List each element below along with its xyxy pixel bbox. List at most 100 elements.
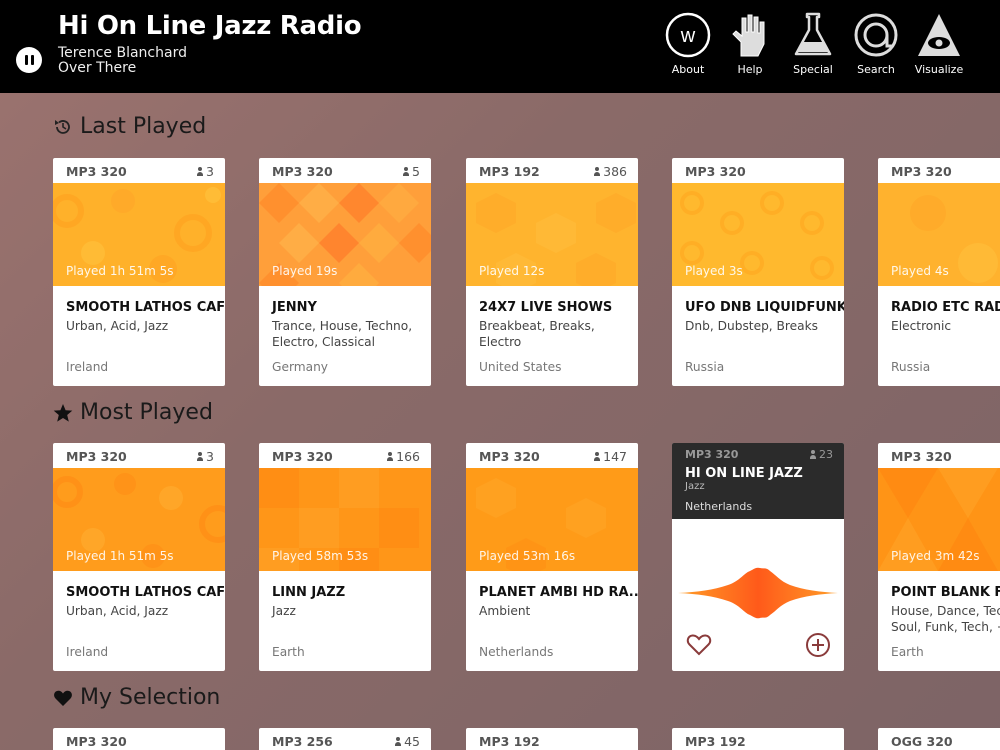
station-card[interactable]: MP3 320 147 Played 53m 16s PLANET AMBI H… (466, 443, 638, 671)
now-playing-card[interactable]: MP3 320 23 HI ON LINE JAZZ Jazz Netherla… (672, 443, 844, 671)
stream-format: MP3 320 (66, 164, 127, 179)
person-icon (197, 452, 204, 461)
search-label: Search (857, 63, 895, 76)
search-button[interactable]: Search (846, 12, 906, 80)
station-name: PLANET AMBI HD RA.. (479, 585, 638, 600)
heart-icon (52, 687, 74, 709)
now-playing-song: Over There (58, 60, 137, 76)
person-icon (594, 167, 601, 176)
waveform-visualizer (678, 567, 838, 619)
about-button[interactable]: w About (658, 12, 718, 80)
last-played-header: Last Played (52, 114, 206, 139)
my-selection-header: My Selection (52, 685, 220, 710)
add-plus-icon[interactable] (805, 632, 831, 658)
stream-format: MP3 320 (66, 449, 127, 464)
station-country: Netherlands (479, 645, 554, 659)
station-genres: Jazz (272, 604, 296, 618)
station-card[interactable]: MP3 320 3 Played 1h 51m 5s SMOOTH LATHOS… (53, 443, 225, 671)
played-duration: Played 53m 16s (479, 549, 576, 563)
about-label: About (671, 63, 705, 76)
station-card[interactable]: MP3 192 (672, 728, 844, 750)
station-country: United States (479, 360, 562, 374)
w-logo-icon: w (665, 12, 711, 58)
station-card[interactable]: MP3 320 166 Played 58m 53s LINN JAZZ Jaz… (259, 443, 431, 671)
favorite-heart-icon[interactable] (686, 633, 712, 657)
station-country: Ireland (66, 360, 109, 374)
station-card[interactable]: MP3 320 3 Played 1h 51m 5s SMOOTH LATHOS… (53, 158, 225, 386)
station-genres: Urban, Acid, Jazz (66, 319, 169, 333)
listener-count: 147 (594, 449, 627, 464)
station-genres: Ambient (479, 604, 531, 618)
listener-count: 386 (594, 164, 627, 179)
at-search-icon (854, 13, 898, 57)
station-card[interactable]: OGG 320 (878, 728, 1000, 750)
stream-format: MP3 256 (272, 734, 333, 749)
listener-count: 45 (395, 734, 420, 749)
station-card[interactable]: MP3 320 Played 4s RADIO ETC RADI Electro… (878, 158, 1000, 386)
stream-format: MP3 320 (272, 449, 333, 464)
special-label: Special (793, 63, 833, 76)
stream-format: MP3 320 (479, 449, 540, 464)
played-duration: Played 3s (685, 264, 743, 278)
listener-count: 3 (197, 449, 214, 464)
svg-text:w: w (680, 25, 696, 47)
most-played-header: Most Played (52, 400, 213, 425)
played-duration: Played 58m 53s (272, 549, 369, 563)
flask-icon (794, 12, 832, 56)
station-card[interactable]: MP3 320 (53, 728, 225, 750)
app-title: Hi On Line Jazz Radio (58, 11, 362, 41)
station-name: UFO DNB LIQUIDFUNK (685, 300, 844, 315)
station-country: Earth (272, 645, 305, 659)
special-button[interactable]: Special (783, 12, 843, 80)
station-card[interactable]: MP3 192 (466, 728, 638, 750)
most-played-title: Most Played (80, 400, 213, 425)
played-duration: Played 4s (891, 264, 949, 278)
station-genres: Jazz (685, 481, 705, 492)
station-card[interactable]: MP3 320 5 Played 19s JENNY Trance, House… (259, 158, 431, 386)
station-card[interactable]: MP3 192 386 Played 12s 24X7 LIVE SHOWS B… (466, 158, 638, 386)
played-duration: Played 19s (272, 264, 338, 278)
station-name: SMOOTH LATHOS CAFE (66, 300, 225, 315)
listener-count: 5 (403, 164, 420, 179)
station-genres: House, Dance, Tech Soul, Funk, Tech, + (891, 604, 1000, 634)
station-genres: Breakbeat, Breaks, Electro (479, 319, 595, 349)
stream-format: MP3 320 (891, 164, 952, 179)
pause-button[interactable] (16, 47, 42, 73)
listener-count: 166 (387, 449, 420, 464)
top-bar: Hi On Line Jazz Radio Terence Blanchard … (0, 0, 1000, 93)
station-country: Netherlands (685, 500, 753, 513)
station-name: LINN JAZZ (272, 585, 346, 600)
played-duration: Played 1h 51m 5s (66, 264, 174, 278)
stream-format: MP3 320 (685, 448, 739, 461)
station-name: POINT BLANK FM (891, 585, 1000, 600)
visualize-button[interactable]: Visualize (909, 12, 969, 80)
help-label: Help (737, 63, 763, 76)
help-button[interactable]: Help (720, 12, 780, 80)
station-name: JENNY (272, 300, 317, 315)
station-card[interactable]: MP3 320 Played 3m 42s POINT BLANK FM Hou… (878, 443, 1000, 671)
station-name: RADIO ETC RADI (891, 300, 1000, 315)
my-selection-title: My Selection (80, 685, 221, 710)
stream-format: MP3 192 (479, 164, 540, 179)
station-country: Germany (272, 360, 329, 374)
person-icon (387, 452, 394, 461)
station-card[interactable]: MP3 320 Played 3s UFO DNB LIQUIDFUNK Dnb… (672, 158, 844, 386)
listener-count: 3 (197, 164, 214, 179)
stream-format: MP3 192 (685, 734, 746, 749)
played-duration: Played 12s (479, 264, 545, 278)
last-played-title: Last Played (80, 114, 207, 139)
played-duration: Played 1h 51m 5s (66, 549, 174, 563)
stream-format: MP3 320 (891, 449, 952, 464)
stream-format: MP3 320 (272, 164, 333, 179)
star-icon (52, 402, 74, 424)
station-genres: Electronic (891, 319, 952, 333)
stream-format: MP3 320 (66, 734, 127, 749)
station-country: Ireland (66, 645, 109, 659)
station-name: SMOOTH LATHOS CAFE (66, 585, 225, 600)
station-card[interactable]: MP3 256 45 (259, 728, 431, 750)
played-duration: Played 3m 42s (891, 549, 980, 563)
history-icon (52, 116, 74, 138)
station-genres: Dnb, Dubstep, Breaks (685, 319, 819, 333)
person-icon (403, 167, 410, 176)
now-playing-artist: Terence Blanchard (58, 45, 187, 61)
